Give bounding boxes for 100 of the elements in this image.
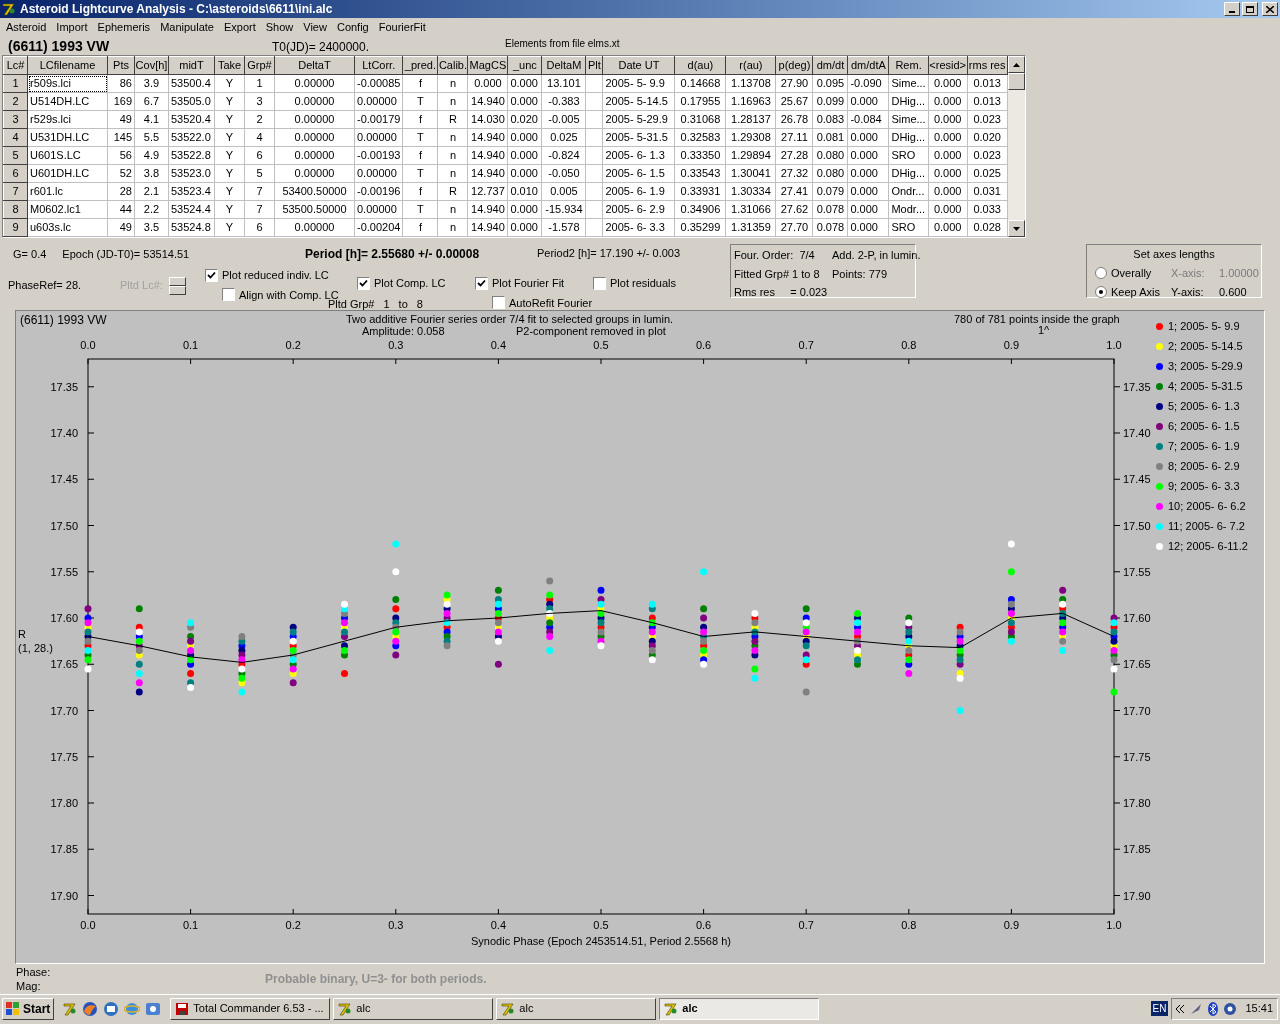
table-cell: 0.000 — [928, 92, 968, 111]
table-cell: 0.031 — [967, 182, 1008, 201]
tick-label: 17.40 — [1123, 427, 1151, 439]
table-cell: 5.5 — [134, 128, 169, 147]
table-cell: Y — [214, 218, 245, 237]
asteroid-name: (6611) 1993 VW — [8, 39, 111, 53]
tick-label: 17.60 — [1123, 612, 1151, 624]
tick-label: 0.4 — [490, 919, 507, 931]
legend-label: 9; 2005- 6- 3.3 — [1168, 478, 1240, 494]
tick-label: 0.9 — [1003, 339, 1020, 351]
table-cell: 0.028 — [967, 218, 1008, 237]
table-cell: 0.013 — [967, 92, 1008, 111]
pltd-grp-from: 1 — [383, 296, 390, 312]
table-cell: 2005- 6- 1.5 — [602, 164, 675, 183]
table-cell: 4 — [244, 128, 275, 147]
group-title: Set axes lengths — [1132, 247, 1216, 262]
table-cell: 14.940 — [467, 92, 508, 111]
table-cell: 0.17955 — [674, 92, 726, 111]
table-cell: 1.29894 — [725, 146, 776, 165]
table-cell: 53524.8 — [168, 218, 215, 237]
table-cell: -0.005 — [541, 110, 586, 129]
tick-label: 0.0 — [80, 339, 96, 351]
table-cell: 2005- 6- 1.3 — [602, 146, 675, 165]
tick-label: 0.6 — [695, 919, 712, 931]
legend-label: 6; 2005- 6- 1.5 — [1168, 418, 1240, 434]
table-cell: f — [402, 182, 438, 201]
table-cell: 0.000 — [507, 200, 542, 219]
table-cell: 27.62 — [775, 200, 813, 219]
table-cell: Y — [214, 200, 245, 219]
table-cell: SRO — [888, 218, 929, 237]
plot-object: (6611) 1993 VW — [20, 312, 107, 329]
table-cell: 2005- 5-29.9 — [602, 110, 675, 129]
axis-label: R — [18, 627, 27, 641]
tick-label: 17.75 — [50, 750, 78, 763]
table-cell: 0.000 — [928, 74, 968, 93]
table-cell: 1.28137 — [725, 110, 776, 129]
table-cell: f — [402, 74, 438, 93]
tick-label: 17.50 — [50, 519, 78, 532]
tick-label: 17.85 — [50, 843, 78, 856]
table-cell: Sime... — [888, 110, 929, 129]
tick-label: 0.5 — [593, 919, 609, 931]
table-cell: 2005- 5-14.5 — [602, 92, 675, 111]
tick-label: 1.0 — [1106, 919, 1122, 931]
legend-label: 4; 2005- 5-31.5 — [1168, 378, 1243, 394]
table-cell: f — [402, 218, 438, 237]
tick-label: 17.50 — [1123, 519, 1151, 532]
plot-note: P2-component removed in plot — [516, 325, 666, 339]
table-cell: r601.lc — [27, 182, 108, 201]
table-cell: 3.8 — [134, 164, 169, 183]
epoch-value: Epoch (JD-T0)= 53514.51 — [62, 247, 190, 262]
table-cell: 12.737 — [467, 182, 508, 201]
table-cell: 1.31359 — [725, 218, 776, 237]
table-cell: 0.081 — [812, 128, 848, 147]
table-cell: 0.080 — [812, 146, 848, 165]
table-cell: 6 — [244, 218, 275, 237]
period2-value: Period2 [h]= 17.190 +/- 0.003 — [537, 246, 681, 261]
pltd-grp-to-label: to — [398, 296, 408, 312]
table-cell: Y — [214, 92, 245, 111]
table-cell: 0.025 — [967, 164, 1008, 183]
table-cell: 0.095 — [812, 74, 848, 93]
table-cell: 27.32 — [775, 164, 813, 183]
checkbox-label: AutoRefit Fourier — [509, 295, 593, 311]
table-cell: 0.00000 — [274, 74, 355, 93]
table-cell: 0.000 — [928, 110, 968, 129]
tick-label: 0.8 — [901, 919, 917, 931]
table-cell: 1.13708 — [725, 74, 776, 93]
table-cell: T — [402, 164, 438, 183]
table-cell: U514DH.LC — [27, 92, 108, 111]
table-cell: Y — [214, 128, 245, 147]
table-cell: 56 — [107, 146, 135, 165]
table-cell: n — [437, 164, 468, 183]
fit-info-text: Fitted Grp# 1 to 8 — [734, 266, 821, 282]
table-cell: 0.078 — [812, 218, 848, 237]
table-cell: n — [437, 74, 468, 93]
table-cell: Y — [214, 110, 245, 129]
table-cell: Sime... — [888, 74, 929, 93]
table-cell: 14.940 — [467, 218, 508, 237]
status-note: Probable binary, U=3- for both periods. — [265, 971, 487, 988]
tick-label: 17.65 — [50, 658, 78, 671]
table-cell: 2005- 6- 2.9 — [602, 200, 675, 219]
table-cell: 0.005 — [541, 182, 586, 201]
tick-label: 0.1 — [182, 339, 199, 351]
table-cell: DHig... — [888, 128, 929, 147]
table-cell: U531DH.LC — [27, 128, 108, 147]
y-axis-label: Y-axis: — [1171, 285, 1205, 300]
checkbox-label: Plot residuals — [610, 276, 677, 291]
t0-label: T0(JD)= 2400000. — [272, 41, 371, 53]
points-count: 780 of 781 points inside the graph — [954, 312, 1120, 326]
table-cell: 0.000 — [507, 128, 542, 147]
table-cell: 0.000 — [507, 92, 542, 111]
axis-sublabel: (1, 28.) — [18, 641, 53, 655]
table-cell: 14.940 — [467, 164, 508, 183]
table-cell: 145 — [107, 128, 135, 147]
table-cell: 0.000 — [847, 164, 889, 183]
tick-label: 0.5 — [593, 339, 609, 351]
table-cell: 0.00000 — [354, 200, 403, 219]
table-cell: 0.023 — [967, 110, 1008, 129]
table-cell: -15.934 — [541, 200, 586, 219]
legend-label: 1; 2005- 5- 9.9 — [1168, 318, 1240, 334]
table-cell: 53400.50000 — [274, 182, 355, 201]
